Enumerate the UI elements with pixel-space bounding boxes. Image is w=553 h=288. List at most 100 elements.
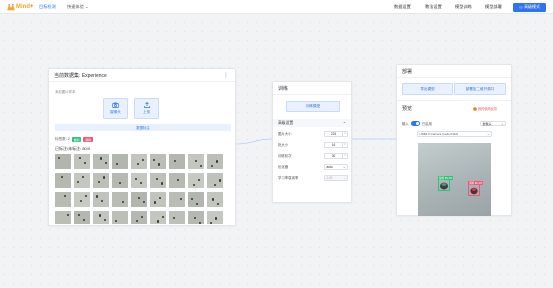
param-row: 学习率衰减率 0.01 ⌄ xyxy=(278,174,348,181)
detection-box xyxy=(468,184,480,196)
image-thumbnail[interactable] xyxy=(93,154,109,169)
image-thumbnail[interactable] xyxy=(207,173,223,188)
deploy-model-button[interactable]: 部署至二维开源口 xyxy=(454,83,506,95)
chevron-down-icon: ⌄ xyxy=(500,121,504,126)
image-thumbnail[interactable] xyxy=(150,211,166,224)
param-stepper[interactable]: 224 ⇕ xyxy=(324,130,348,137)
image-thumbnail[interactable] xyxy=(207,154,223,169)
param-select[interactable]: 0.01 ⌄ xyxy=(324,174,348,181)
image-thumbnail[interactable] xyxy=(150,154,166,169)
param-select[interactable]: auto ⌄ xyxy=(324,163,348,170)
image-thumbnail[interactable] xyxy=(188,192,204,207)
param-label: 图片大小 xyxy=(278,132,292,136)
param-label: 学习率衰减率 xyxy=(278,176,299,180)
advanced-mode-button[interactable]: ⚇ 高级模式 xyxy=(513,2,546,12)
class-tag[interactable]: 调料 xyxy=(83,137,93,143)
menu-model-deploy[interactable]: 模型部署 xyxy=(485,4,502,10)
image-thumbnail[interactable] xyxy=(93,192,109,207)
param-row: 批大小 16 ⇕ xyxy=(278,141,348,148)
image-thumbnail[interactable] xyxy=(150,173,166,188)
param-row: 优化器 auto ⌄ xyxy=(278,163,348,170)
logo-text: Mind+ xyxy=(16,4,34,10)
upload-icon xyxy=(143,102,150,109)
add-samples-hint: 添加图片样本: xyxy=(55,90,77,94)
camera-enable-toggle[interactable] xyxy=(410,121,420,126)
upload-button[interactable]: 上传 xyxy=(134,98,159,119)
app-logo[interactable]: Mind+ xyxy=(7,3,34,11)
nav-experience-dropdown[interactable]: 快速体验 ⌄ xyxy=(67,4,88,10)
image-thumbnail[interactable] xyxy=(131,211,147,224)
image-thumbnail[interactable] xyxy=(131,154,147,169)
export-model-button[interactable]: 导出模型 xyxy=(402,83,453,95)
image-thumbnail[interactable] xyxy=(74,211,90,224)
image-thumbnail[interactable] xyxy=(112,173,128,188)
top-bar: Mind+ 目标检测 快速体验 ⌄ 数据设置 教法设置 模型训练 模型部署 ⚇ 高… xyxy=(0,0,553,14)
feedback-link[interactable]: 我的使用反馈 xyxy=(473,106,497,111)
image-thumbnail[interactable] xyxy=(55,173,71,188)
image-thumbnail[interactable] xyxy=(74,173,90,188)
image-thumbnail[interactable] xyxy=(131,173,147,188)
camera-capture-label: 摄像头 xyxy=(110,109,121,114)
image-thumbnail[interactable] xyxy=(55,154,71,169)
image-thumbnail[interactable] xyxy=(93,211,109,224)
train-panel: 训练 训练模型 高级设置 ⌃ 图片大小 224 ⇕ 批大小 16 ⇕ 训练轮次 30 ⇕ 优化器 a… xyxy=(272,81,352,203)
param-stepper[interactable]: 16 ⇕ xyxy=(324,141,348,148)
image-thumbnail[interactable] xyxy=(74,192,90,207)
param-label: 优化器 xyxy=(278,165,289,169)
nav-current-task[interactable]: 目标检测 xyxy=(39,4,56,10)
deploy-title: 部署 xyxy=(397,65,511,78)
advanced-settings-title: 高级设置 xyxy=(278,120,294,125)
input-controls: 输入 已启用 摄像头 ⌄ xyxy=(402,120,506,127)
image-thumbnail[interactable] xyxy=(55,192,71,207)
camera-enabled-label: 已启用 xyxy=(421,122,432,126)
chevron-down-icon: ⌄ xyxy=(84,4,89,9)
train-model-button[interactable]: 训练模型 xyxy=(286,101,340,112)
upload-label: 上传 xyxy=(142,109,151,114)
image-thumbnail[interactable] xyxy=(169,192,185,207)
image-thumbnail[interactable] xyxy=(169,211,185,224)
image-thumbnail[interactable] xyxy=(131,192,147,207)
chevron-up-icon: ⌃ xyxy=(342,121,346,126)
deploy-panel: 部署 导出模型 部署至二维开源口 预览 我的使用反馈 输入 已启用 摄像头 ⌄ U… xyxy=(396,64,512,216)
image-thumbnail[interactable] xyxy=(188,173,204,188)
more-options-icon[interactable]: ⋮ xyxy=(223,72,229,79)
dataset-to-train-wire xyxy=(235,138,273,145)
camera-icon xyxy=(112,102,119,109)
image-thumbnail[interactable] xyxy=(150,192,166,207)
annotation-count: 已标注/未标注: 80/0 xyxy=(55,146,91,151)
menu-data-settings[interactable]: 数据设置 xyxy=(394,4,411,10)
user-icon: ⚇ xyxy=(518,4,523,10)
image-thumbnail[interactable] xyxy=(169,173,185,188)
camera-device-select[interactable]: USB2.0 Camera (1e4e:0110) ⌄ xyxy=(417,131,492,137)
image-thumbnail[interactable] xyxy=(188,154,204,169)
menu-model-training[interactable]: 模型训练 xyxy=(455,4,472,10)
image-thumbnail[interactable] xyxy=(188,211,204,224)
stepper-arrows-icon[interactable]: ⇕ xyxy=(342,153,347,158)
camera-preview: 酱料 85.3% 调料 86.4% xyxy=(418,143,491,216)
image-thumbnail[interactable] xyxy=(207,192,223,207)
advanced-settings-header[interactable]: 高级设置 ⌃ xyxy=(273,119,351,127)
input-mode-select[interactable]: 摄像头 ⌄ xyxy=(480,120,506,127)
chevron-down-icon: ⌄ xyxy=(342,164,346,169)
image-thumbnail[interactable] xyxy=(169,154,185,169)
dataset-title: 当前数据集: Experience xyxy=(49,69,235,82)
menu-method-settings[interactable]: 教法设置 xyxy=(425,4,442,10)
annotate-data-button[interactable]: 数据标注 xyxy=(55,124,231,131)
stepper-arrows-icon[interactable]: ⇕ xyxy=(342,131,347,136)
image-thumbnail[interactable] xyxy=(112,154,128,169)
image-thumbnail[interactable] xyxy=(112,211,128,224)
image-thumbnail[interactable] xyxy=(93,173,109,188)
detection-label: 调料 86.4% xyxy=(468,181,484,186)
image-thumbnail[interactable] xyxy=(112,192,128,207)
param-stepper[interactable]: 30 ⇕ xyxy=(324,152,348,159)
param-row: 图片大小 224 ⇕ xyxy=(278,130,348,137)
class-tag[interactable]: 酱料 xyxy=(71,137,82,143)
preview-scene xyxy=(440,182,478,195)
camera-capture-button[interactable]: 摄像头 xyxy=(103,98,128,119)
train-title: 训练 xyxy=(273,82,351,95)
stepper-arrows-icon[interactable]: ⇕ xyxy=(342,142,347,147)
class-tags: 标签数: 2 酱料 调料 xyxy=(55,137,93,143)
image-thumbnail[interactable] xyxy=(74,154,90,169)
image-thumbnail[interactable] xyxy=(55,211,71,224)
image-thumbnail[interactable] xyxy=(207,211,223,224)
